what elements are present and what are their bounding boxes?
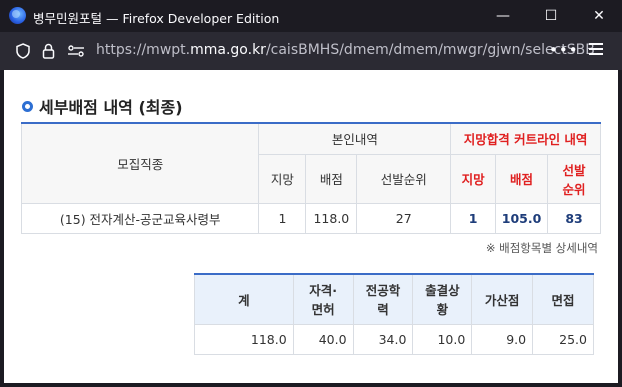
permissions-icon[interactable] bbox=[67, 43, 85, 63]
detail-header-bonus: 가산점 bbox=[471, 273, 534, 325]
url-domain: mma.go.kr bbox=[190, 42, 266, 58]
header-mojip: 모집직종 bbox=[20, 122, 260, 204]
header-baejeom: 배점 bbox=[305, 153, 358, 204]
page-content: 세부배점 내역 (최종) 모집직종 본인내역 지망합격 커트라인 내역 지망 배… bbox=[4, 70, 618, 383]
score-summary-table: 모집직종 본인내역 지망합격 커트라인 내역 지망 배점 선발순위 지망 배점 … bbox=[20, 122, 601, 234]
header-cut-rank-line2: 순위 bbox=[562, 181, 586, 197]
detail-cell-total: 118.0 bbox=[194, 323, 294, 355]
cell-cut-rank: 83 bbox=[547, 202, 601, 234]
section-title-text: 세부배점 내역 (최종) bbox=[39, 98, 183, 117]
header-jimang: 지망 bbox=[258, 153, 307, 204]
table-row: (15) 전자계산-공군교육사령부 1 118.0 27 1 105.0 83 bbox=[20, 202, 601, 234]
detail-header-total: 계 bbox=[194, 273, 294, 325]
cell-cut-baejeom: 105.0 bbox=[495, 202, 549, 234]
url-path: /caisBMHS/dmem/dmem/mwgr/gjwn/selectSBB bbox=[265, 42, 595, 58]
header-cut-jimang: 지망 bbox=[450, 153, 497, 204]
cell-cut-jimang: 1 bbox=[450, 202, 497, 234]
score-detail-table: 계 자격· 면허 전공학 력 출결상 황 가산점 면접 118.0 40.0 34.0… bbox=[194, 273, 594, 355]
url-bar[interactable]: https://mwpt.mma.go.kr/caisBMHS/dmem/dme… bbox=[96, 42, 595, 58]
url-prefix: https://mwpt. bbox=[96, 42, 191, 58]
header-cut-baejeom: 배점 bbox=[495, 153, 549, 204]
page-actions-button[interactable]: ••• bbox=[549, 41, 579, 59]
shield-icon[interactable] bbox=[16, 43, 30, 63]
browser-navbar: https://mwpt.mma.go.kr/caisBMHS/dmem/dme… bbox=[0, 32, 622, 70]
cell-mojip: (15) 전자계산-공군교육사령부 bbox=[20, 202, 260, 234]
cell-baejeom: 118.0 bbox=[305, 202, 358, 234]
detail-header-license: 자격· 면허 bbox=[292, 273, 354, 325]
detail-cell-license: 40.0 bbox=[292, 323, 354, 355]
detail-cell-interview: 25.0 bbox=[532, 323, 594, 355]
detail-cell-attendance: 10.0 bbox=[412, 323, 473, 355]
detail-cell-major: 34.0 bbox=[352, 323, 414, 355]
detail-header-attendance: 출결상 황 bbox=[412, 273, 473, 325]
header-group-cutline: 지망합격 커트라인 내역 bbox=[450, 122, 601, 155]
window-title: 병무민원포털 — Firefox Developer Edition bbox=[33, 11, 280, 26]
detail-header-interview: 면접 bbox=[532, 273, 594, 325]
maximize-button[interactable]: ☐ bbox=[528, 0, 574, 32]
detail-cell-bonus: 9.0 bbox=[471, 323, 534, 355]
header-cut-rank: 선발순위 bbox=[547, 153, 601, 204]
detail-note: ※ 배점항목별 상세내역 bbox=[485, 241, 598, 255]
lock-icon[interactable] bbox=[42, 43, 55, 63]
circle-bullet-icon bbox=[22, 101, 33, 112]
cell-jimang: 1 bbox=[258, 202, 307, 234]
header-rank: 선발순위 bbox=[356, 153, 452, 204]
table-row: 118.0 40.0 34.0 10.0 9.0 25.0 bbox=[194, 323, 594, 355]
header-group-self: 본인내역 bbox=[258, 122, 452, 155]
cell-rank: 27 bbox=[356, 202, 452, 234]
hamburger-menu-icon[interactable] bbox=[589, 43, 603, 55]
firefox-logo-icon bbox=[9, 7, 26, 24]
detail-header-major: 전공학 력 bbox=[352, 273, 414, 325]
header-cut-rank-line1: 선발 bbox=[562, 162, 586, 178]
close-button[interactable]: ✕ bbox=[576, 0, 622, 32]
section-title: 세부배점 내역 (최종) bbox=[22, 94, 183, 118]
minimize-button[interactable]: — bbox=[480, 0, 526, 32]
window-titlebar: 병무민원포털 — Firefox Developer Edition — ☐ ✕ bbox=[0, 0, 622, 32]
